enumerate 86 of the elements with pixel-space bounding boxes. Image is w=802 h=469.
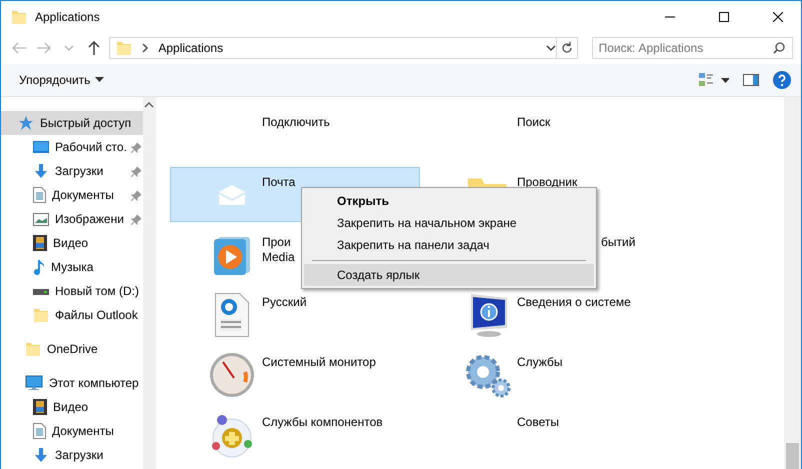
sidebar-item[interactable]: Видео	[1, 231, 143, 255]
forward-arrow-icon	[36, 42, 51, 54]
organize-button[interactable]: Упорядочить	[19, 73, 104, 87]
app-label: Прои	[262, 235, 292, 250]
sidebar-item[interactable]: OneDrive	[1, 337, 143, 361]
sidebar-item[interactable]: Видео	[1, 395, 143, 419]
scroll-up-icon	[144, 100, 154, 110]
app-label: Поиск	[517, 115, 550, 130]
window-title: Applications	[35, 10, 101, 24]
monitor-icon	[25, 375, 43, 391]
caret-icon	[95, 77, 104, 83]
app-item[interactable]: Службы	[425, 347, 675, 402]
view-options-button[interactable]	[699, 73, 729, 87]
sidebar-item[interactable]: Быстрый доступ	[1, 111, 143, 135]
app-label: Подключить	[262, 115, 330, 130]
app-label: Проводник	[517, 175, 578, 190]
sidebar-item[interactable]: Музыка	[1, 255, 143, 279]
refresh-icon	[560, 42, 573, 54]
app-label: Советы	[517, 415, 559, 430]
pin-icon[interactable]	[131, 167, 141, 177]
app-item[interactable]: Сведения о системе	[425, 287, 675, 342]
gears-icon	[463, 352, 511, 398]
app-item[interactable]: Подключить	[170, 107, 420, 162]
search-field[interactable]: Поиск: Applications	[592, 37, 793, 59]
folder-icon	[116, 40, 132, 56]
film-icon	[33, 235, 47, 251]
pin-icon[interactable]	[131, 215, 141, 225]
preview-pane-icon	[743, 74, 759, 86]
help-button[interactable]	[773, 71, 791, 89]
document-icon	[33, 423, 46, 439]
download-icon	[33, 447, 49, 463]
sidebar-item[interactable]: Файлы Outlook	[1, 303, 143, 327]
gauge-icon	[209, 352, 255, 398]
film-icon	[33, 399, 47, 415]
app-label: Системный монитор	[262, 355, 376, 370]
pdf-document-icon	[215, 293, 249, 337]
envelope-icon	[219, 185, 245, 205]
app-item[interactable]: Поиск	[425, 107, 675, 162]
app-label: Почта	[262, 175, 296, 190]
app-item[interactable]: Службы компонентов	[170, 407, 420, 462]
drive-icon	[33, 286, 49, 296]
up-arrow-icon	[88, 41, 100, 55]
pin-icon[interactable]	[131, 143, 141, 153]
help-icon	[773, 71, 791, 89]
folder-icon	[25, 341, 41, 357]
scrollbar[interactable]	[784, 97, 801, 469]
caret-icon	[64, 43, 74, 53]
folder-icon	[11, 8, 27, 24]
app-label: Службы компонентов	[262, 415, 383, 430]
app-item[interactable]: Советы	[425, 407, 675, 462]
sidebar-item[interactable]: Рабочий сто.	[1, 135, 143, 159]
app-label: Русский	[262, 295, 307, 310]
search-icon	[773, 42, 785, 54]
star-icon	[18, 115, 34, 131]
pin-icon[interactable]	[131, 191, 141, 201]
sidebar-item[interactable]: Изображени	[1, 207, 143, 231]
sidebar-item[interactable]: Документы	[1, 183, 143, 207]
refresh-button[interactable]	[556, 37, 578, 59]
sidebar-item[interactable]: Документы	[1, 419, 143, 443]
app-item[interactable]: Русский	[170, 287, 420, 342]
sidebar-item[interactable]: Загрузки	[1, 443, 143, 467]
app-item[interactable]: Системный монитор	[170, 347, 420, 402]
close-icon	[773, 12, 783, 22]
sidebar-item[interactable]: Загрузки	[1, 159, 143, 183]
app-label: Службы	[517, 355, 562, 370]
dropdown-icon	[546, 43, 556, 53]
desktop-icon	[33, 140, 49, 154]
music-note-icon	[33, 259, 45, 275]
app-label: Сведения о системе	[517, 295, 631, 310]
document-icon	[33, 187, 46, 203]
app-label: Media	[262, 250, 295, 265]
scrollbar[interactable]	[143, 97, 156, 469]
menu-item[interactable]: Создать ярлык	[304, 264, 594, 286]
download-icon	[33, 163, 49, 179]
scroll-thumb[interactable]	[786, 443, 799, 469]
chevron-icon	[140, 43, 150, 53]
maximize-icon	[719, 12, 729, 22]
sidebar-item[interactable]: Новый том (D:)	[1, 279, 143, 303]
view-options-icon	[699, 73, 729, 87]
folder-icon	[33, 307, 49, 323]
image-icon	[33, 212, 49, 226]
sidebar-item[interactable]: Этот компьютер	[1, 371, 143, 395]
back-arrow-icon	[12, 42, 26, 54]
menu-item[interactable]: Закрепить на панели задач	[304, 234, 594, 256]
address-bar[interactable]: Applications	[109, 37, 557, 59]
preview-pane-button[interactable]	[743, 74, 759, 86]
